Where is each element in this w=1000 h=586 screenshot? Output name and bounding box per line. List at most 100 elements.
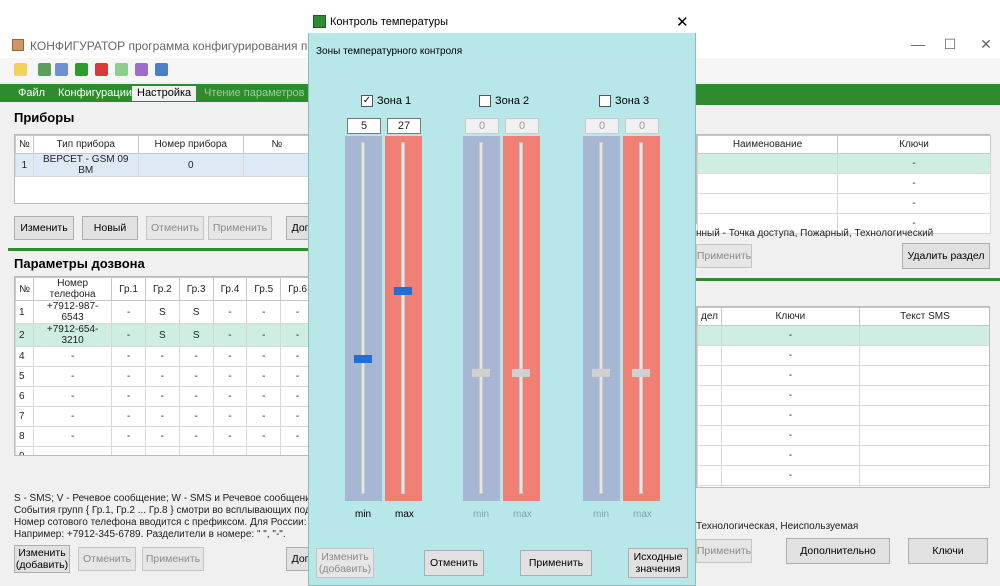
- slider-thumb[interactable]: [354, 355, 372, 363]
- table-cell: S: [144, 300, 180, 324]
- new-file-icon[interactable]: [14, 63, 27, 76]
- table-cell: -: [280, 406, 309, 427]
- table-cell: -: [111, 426, 146, 447]
- slider-track: [639, 142, 643, 494]
- table-row[interactable]: -: [697, 173, 991, 194]
- table-row[interactable]: -: [697, 345, 989, 366]
- col-header: Текст SMS: [858, 307, 989, 326]
- table-row[interactable]: 9-------: [15, 446, 309, 455]
- table-row[interactable]: -: [697, 465, 989, 486]
- checkbox-icon[interactable]: [599, 95, 611, 107]
- table-cell: -: [178, 386, 214, 407]
- table-row[interactable]: 2 +7912-654-3210- S S - - -: [15, 323, 309, 347]
- table-row[interactable]: 6-------: [15, 386, 309, 407]
- slider-thumb[interactable]: [512, 369, 530, 377]
- axis-max-label: max: [633, 509, 652, 520]
- menu-file[interactable]: Файл: [13, 86, 50, 101]
- table-cell: -: [144, 346, 180, 367]
- table-row[interactable]: -: [697, 385, 989, 406]
- table-cell: 6: [15, 386, 35, 407]
- table-row[interactable]: -: [697, 153, 991, 174]
- table-cell: [858, 465, 989, 486]
- slider-thumb[interactable]: [592, 369, 610, 377]
- grid-icon[interactable]: [115, 63, 128, 76]
- table-cell: -: [280, 446, 309, 455]
- table-cell: -: [33, 346, 113, 367]
- sections-table: Наименование Ключи - - - -: [697, 135, 991, 234]
- zone-1-min-slider[interactable]: [345, 136, 382, 501]
- table-cell: -: [720, 465, 860, 486]
- col-header: Номер телефона: [33, 277, 113, 301]
- divider: [696, 102, 1000, 105]
- table-row[interactable]: -: [697, 365, 989, 386]
- menu-settings[interactable]: Настройка: [132, 86, 197, 101]
- checkbox-icon[interactable]: [479, 95, 491, 107]
- table-row[interactable]: -: [697, 425, 989, 446]
- menu-configurations[interactable]: Конфигурации: [53, 86, 137, 101]
- menu-read-params[interactable]: Чтение параметров: [199, 86, 310, 101]
- book-icon[interactable]: [135, 63, 148, 76]
- globe-icon[interactable]: [155, 63, 168, 76]
- zone-3-checkbox[interactable]: Зона 3: [599, 95, 649, 107]
- table-cell: S: [144, 323, 180, 347]
- divider: [696, 278, 1000, 281]
- sms-apply-button[interactable]: Применить: [696, 539, 752, 563]
- dial-edit-button[interactable]: Изменить (добавить): [14, 545, 70, 573]
- more-button[interactable]: Дополнительно: [786, 538, 890, 564]
- zone-2-min-slider[interactable]: [463, 136, 500, 501]
- table-row[interactable]: 1 +7912-987-6543- S S - - -: [15, 300, 309, 324]
- maximize-icon[interactable]: ☐: [930, 36, 970, 53]
- table-row[interactable]: -: [697, 485, 989, 487]
- dial-cancel-button[interactable]: Отменить: [78, 547, 136, 571]
- zone-2-checkbox[interactable]: Зона 2: [479, 95, 529, 107]
- table-row[interactable]: -: [697, 445, 989, 466]
- zone-1-max-slider[interactable]: [385, 136, 422, 501]
- slider-thumb[interactable]: [472, 369, 490, 377]
- table-row[interactable]: -: [697, 325, 989, 346]
- device-cancel-button[interactable]: Отменить: [146, 216, 204, 240]
- dialog-subtitle: Зоны температурного контроля: [316, 46, 463, 57]
- axis-min-label: min: [473, 509, 490, 520]
- table-row[interactable]: 7-------: [15, 406, 309, 427]
- table-cell: -: [111, 366, 146, 387]
- zone-1-checkbox[interactable]: ✓ Зона 1: [361, 95, 411, 107]
- table-row[interactable]: 4-------: [15, 346, 309, 367]
- table-cell: -: [720, 405, 860, 426]
- slider-thumb[interactable]: [394, 287, 412, 295]
- device-new-button[interactable]: Новый: [82, 216, 138, 240]
- zone-1-min-value[interactable]: 5: [347, 118, 381, 134]
- download-icon[interactable]: [95, 63, 108, 76]
- table-cell: [697, 465, 722, 486]
- zone-2-max-slider[interactable]: [503, 136, 540, 501]
- upload-icon[interactable]: [75, 63, 88, 76]
- table-row[interactable]: 1 ВЕРСЕТ - GSM 09 ВМ 0: [15, 153, 312, 177]
- section-apply-button[interactable]: Применить: [696, 244, 752, 268]
- device-apply-button[interactable]: Применить: [208, 216, 272, 240]
- checkbox-icon[interactable]: ✓: [361, 95, 373, 107]
- device-edit-button[interactable]: Изменить: [14, 216, 74, 240]
- table-row[interactable]: 5-------: [15, 366, 309, 387]
- delete-section-button[interactable]: Удалить раздел: [902, 243, 990, 269]
- keys-button[interactable]: Ключи: [908, 538, 988, 564]
- col-header: Номер прибора: [137, 135, 244, 154]
- table-cell: 9: [15, 446, 35, 455]
- table-row[interactable]: 8-------: [15, 426, 309, 447]
- close-icon[interactable]: ✕: [966, 36, 1000, 53]
- table-cell: -: [212, 426, 248, 447]
- table-cell: -: [837, 173, 991, 194]
- dialog-defaults-button[interactable]: Исходные значения: [628, 548, 688, 578]
- table-cell: -: [720, 365, 860, 386]
- table-row[interactable]: -: [697, 193, 991, 214]
- dialog-cancel-button[interactable]: Отменить: [424, 550, 484, 576]
- table-row[interactable]: -: [697, 405, 989, 426]
- slider-thumb[interactable]: [632, 369, 650, 377]
- zone-3-max-slider[interactable]: [623, 136, 660, 501]
- dial-apply-button[interactable]: Применить: [142, 547, 204, 571]
- dialog-apply-button[interactable]: Применить: [520, 550, 592, 576]
- dialog-edit-button[interactable]: Изменить (добавить): [316, 548, 374, 578]
- open-icon[interactable]: [38, 63, 51, 76]
- dialog-close-icon[interactable]: ✕: [676, 13, 689, 31]
- zone-3-min-slider[interactable]: [583, 136, 620, 501]
- tools-icon[interactable]: [55, 63, 68, 76]
- zone-1-max-value[interactable]: 27: [387, 118, 421, 134]
